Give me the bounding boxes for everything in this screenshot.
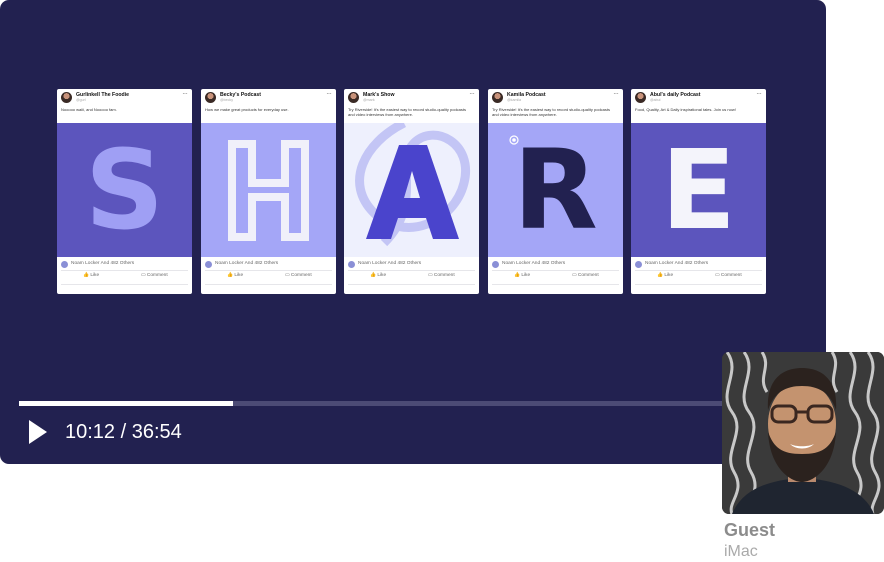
reactions-row: Noam Locker And 482 Others (61, 260, 188, 271)
post-image: E (631, 123, 766, 257)
more-options-icon: ··· (182, 89, 188, 98)
guest-device: iMac (724, 543, 758, 560)
author-avatar (635, 92, 646, 103)
post-text: Try Riverside! It's the easiest way to r… (348, 107, 466, 117)
like-label: Like (521, 273, 531, 278)
post-text: Try Riverside! It's the easiest way to r… (492, 107, 610, 117)
reaction-icon (635, 261, 642, 268)
like-label: Like (90, 273, 100, 278)
reactions-text: Noam Locker And 482 Others (502, 261, 566, 266)
post-handle: @becky (220, 98, 234, 102)
post-header: Gurlinkell The Foodie @gurl ··· Nooooo w… (57, 89, 192, 123)
guest-video-tile[interactable] (722, 352, 884, 514)
post-handle: @kamila (507, 98, 522, 102)
play-icon (29, 420, 47, 444)
social-post-card: Kamila Podcast @kamila ··· Try Riverside… (488, 89, 623, 294)
guest-camera-feed (722, 352, 884, 514)
post-image: R (488, 123, 623, 257)
post-image: S (57, 123, 192, 257)
comment-label: Comment (433, 273, 455, 278)
post-header: Kamila Podcast @kamila ··· Try Riverside… (488, 89, 623, 123)
post-image (344, 123, 479, 257)
reactions-row: Noam Locker And 482 Others (635, 260, 762, 271)
post-image (201, 123, 336, 257)
swirl-graphic (355, 123, 471, 247)
reactions-text: Noam Locker And 482 Others (215, 261, 279, 266)
author-avatar (205, 92, 216, 103)
reaction-icon (492, 261, 499, 268)
reaction-icon (61, 261, 68, 268)
post-text: Nooooo waiii, and Nooooo fam. (61, 107, 117, 112)
like-label: Like (377, 273, 387, 278)
comment-button: ▭ Comment (715, 273, 742, 278)
actions-row: 👍 Like ▭ Comment (205, 272, 332, 285)
post-header: Becky's Podcast @becky ··· How we make g… (201, 89, 336, 123)
reactions-text: Noam Locker And 482 Others (358, 261, 422, 266)
comment-label: Comment (146, 273, 168, 278)
post-letter: S (84, 126, 165, 254)
more-options-icon: ··· (613, 89, 619, 98)
more-options-icon: ··· (756, 89, 762, 98)
social-post-card: Mark's Show @mark ··· Try Riverside! It'… (344, 89, 479, 294)
reactions-row: Noam Locker And 482 Others (348, 260, 475, 271)
author-avatar (348, 92, 359, 103)
comment-label: Comment (290, 273, 312, 278)
like-label: Like (234, 273, 244, 278)
reaction-icon (348, 261, 355, 268)
reactions-text: Noam Locker And 482 Others (71, 261, 135, 266)
reactions-row: Noam Locker And 482 Others (492, 260, 619, 271)
guest-name: Guest (724, 520, 776, 540)
post-handle: @gurl (76, 98, 86, 102)
comment-label: Comment (577, 273, 599, 278)
author-avatar (61, 92, 72, 103)
play-button[interactable] (27, 419, 49, 445)
comment-button: ▭ Comment (572, 273, 599, 278)
post-header: Mark's Show @mark ··· Try Riverside! It'… (344, 89, 479, 123)
like-button: 👍 Like (370, 273, 387, 278)
post-text: Food, Quality, Art & Daily inspirational… (635, 107, 736, 112)
letter-h-graphic (228, 140, 309, 241)
progress-fill (19, 401, 233, 406)
like-button: 👍 Like (657, 273, 674, 278)
social-post-card: Abul's daily Podcast @abul ··· Food, Qua… (631, 89, 766, 294)
social-post-card: Becky's Podcast @becky ··· How we make g… (201, 89, 336, 294)
post-header: Abul's daily Podcast @abul ··· Food, Qua… (631, 89, 766, 123)
cursor-dot-icon (509, 135, 519, 145)
comment-button: ▭ Comment (285, 273, 312, 278)
actions-row: 👍 Like ▭ Comment (635, 272, 762, 285)
like-button: 👍 Like (227, 273, 244, 278)
social-post-card: Gurlinkell The Foodie @gurl ··· Nooooo w… (57, 89, 192, 294)
comment-button: ▭ Comment (428, 273, 455, 278)
more-options-icon: ··· (469, 89, 475, 98)
actions-row: 👍 Like ▭ Comment (348, 272, 475, 285)
post-letter: E (660, 126, 737, 254)
post-handle: @mark (363, 98, 375, 102)
like-button: 👍 Like (83, 273, 100, 278)
progress-bar[interactable] (19, 401, 825, 406)
post-text: How we make great products for everyday … (205, 107, 289, 112)
like-label: Like (664, 273, 674, 278)
comment-button: ▭ Comment (141, 273, 168, 278)
reaction-icon (205, 261, 212, 268)
comment-label: Comment (720, 273, 742, 278)
video-player[interactable]: Gurlinkell The Foodie @gurl ··· Nooooo w… (0, 0, 826, 464)
actions-row: 👍 Like ▭ Comment (61, 272, 188, 285)
more-options-icon: ··· (326, 89, 332, 98)
like-button: 👍 Like (514, 273, 531, 278)
time-display: 10:12 / 36:54 (65, 421, 182, 443)
author-avatar (492, 92, 503, 103)
reactions-text: Noam Locker And 482 Others (645, 261, 709, 266)
actions-row: 👍 Like ▭ Comment (492, 272, 619, 285)
reactions-row: Noam Locker And 482 Others (205, 260, 332, 271)
post-handle: @abul (650, 98, 661, 102)
